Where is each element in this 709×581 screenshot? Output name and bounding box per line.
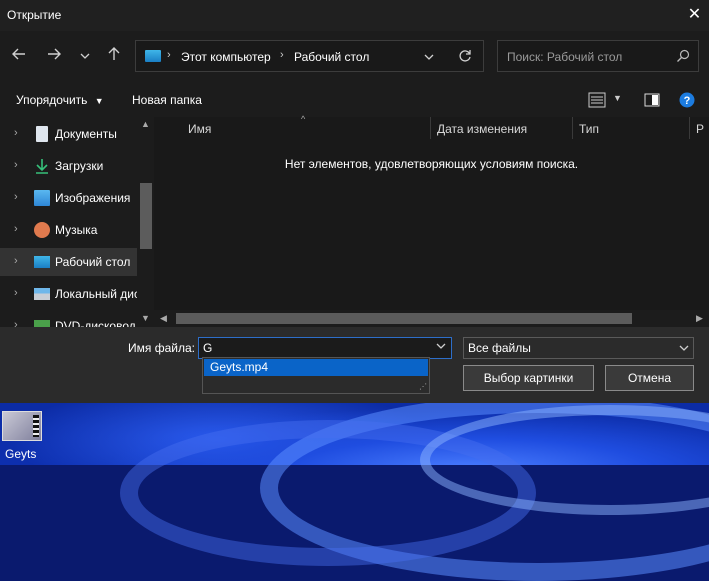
downloads-icon — [34, 158, 50, 174]
search-input[interactable]: Поиск: Рабочий стол — [497, 40, 699, 72]
sidebar-item-label: Рабочий стол — [55, 255, 131, 269]
address-dropdown-button[interactable] — [424, 51, 434, 65]
autocomplete-dropdown: Geyts.mp4 ⋰ — [202, 357, 430, 394]
column-header-size[interactable]: Р — [696, 122, 704, 136]
desktop-file-label: Geyts — [5, 447, 37, 461]
sidebar-item-dvd-drive[interactable]: › DVD-дисковод — [0, 312, 137, 327]
sidebar-item-label: Загрузки — [55, 159, 104, 173]
help-icon: ? — [679, 92, 695, 108]
sidebar-item-documents[interactable]: › Документы — [0, 120, 137, 148]
scroll-left-icon: ◀ — [160, 313, 167, 323]
local-disk-icon — [34, 288, 50, 300]
sidebar-item-label: Музыка — [55, 223, 98, 237]
sidebar-item-music[interactable]: › Музыка — [0, 216, 137, 244]
chevron-down-icon — [80, 53, 90, 59]
filetype-value: Все файлы — [468, 341, 531, 355]
forward-button[interactable] — [43, 47, 65, 67]
close-button[interactable]: ✕ — [680, 2, 709, 28]
svg-text:?: ? — [684, 95, 691, 107]
open-file-dialog: Открытие ✕ › Этот компьютер › Рабочий ст… — [0, 0, 709, 403]
caret-down-icon: ▼ — [94, 96, 104, 106]
up-button[interactable] — [103, 47, 125, 67]
filename-history-dropdown[interactable] — [432, 338, 450, 358]
sort-indicator-icon: ^ — [301, 114, 306, 124]
sidebar-item-local-disk[interactable]: › Локальный дис — [0, 280, 140, 308]
scroll-down-icon: ▼ — [141, 313, 150, 323]
scroll-up-icon: ▲ — [141, 119, 150, 129]
empty-folder-message: Нет элементов, удовлетворяющих условиям … — [284, 157, 579, 171]
command-bar: Упорядочить ▼ Новая папка ▼ ? — [0, 83, 709, 117]
pictures-icon — [34, 190, 50, 206]
autocomplete-item[interactable]: Geyts.mp4 — [204, 359, 428, 376]
sidebar-item-label: DVD-дисковод — [55, 319, 136, 327]
arrow-left-icon — [12, 48, 25, 60]
view-dropdown-button[interactable]: ▼ — [613, 93, 622, 103]
arrow-right-icon — [48, 48, 61, 60]
breadcrumb-separator-icon: › — [280, 49, 284, 61]
breadcrumb-desktop[interactable]: Рабочий стол — [294, 50, 369, 64]
sidebar-item-label: Локальный дис — [55, 287, 140, 301]
video-thumbnail-icon — [2, 411, 42, 441]
documents-icon — [36, 126, 48, 142]
title-bar: Открытие ✕ — [0, 0, 709, 31]
organize-label: Упорядочить — [16, 93, 88, 107]
expand-chevron-icon: › — [14, 191, 18, 203]
sidebar-item-label: Документы — [55, 127, 117, 141]
expand-chevron-icon: › — [14, 319, 18, 327]
refresh-button[interactable] — [458, 49, 472, 66]
preview-pane-icon — [644, 93, 660, 107]
sidebar-item-downloads[interactable]: › Загрузки — [0, 152, 137, 180]
sidebar-item-desktop[interactable]: › Рабочий стол — [0, 248, 137, 276]
search-icon — [676, 49, 690, 66]
recent-locations-button[interactable] — [74, 47, 96, 67]
cancel-button[interactable]: Отмена — [605, 365, 694, 391]
breadcrumb-separator-icon: › — [167, 49, 171, 61]
expand-chevron-icon: › — [14, 159, 18, 171]
sidebar-item-label: Изображения — [55, 191, 131, 205]
details-view-icon — [588, 92, 606, 108]
open-button[interactable]: Выбор картинки — [463, 365, 594, 391]
expand-chevron-icon: › — [14, 127, 18, 139]
address-bar[interactable]: › Этот компьютер › Рабочий стол — [135, 40, 484, 72]
filetype-select[interactable]: Все файлы — [463, 337, 694, 359]
sidebar-item-pictures[interactable]: › Изображения — [0, 184, 137, 212]
chevron-down-icon — [424, 54, 434, 60]
filename-input[interactable]: G — [198, 337, 452, 359]
expand-chevron-icon: › — [14, 255, 18, 267]
scrollbar-thumb[interactable] — [176, 313, 632, 324]
breadcrumb-this-pc[interactable]: Этот компьютер — [181, 50, 271, 64]
arrow-up-icon — [108, 47, 120, 60]
close-icon: ✕ — [687, 6, 702, 23]
column-header-type[interactable]: Тип — [579, 122, 599, 136]
dialog-title: Открытие — [7, 8, 62, 22]
column-header-date-modified[interactable]: Дата изменения — [437, 122, 527, 136]
chevron-down-icon — [679, 342, 689, 356]
expand-chevron-icon: › — [14, 223, 18, 235]
back-button[interactable] — [8, 47, 30, 67]
help-button[interactable]: ? — [679, 92, 695, 111]
desktop-file-geyts[interactable]: Geyts — [0, 403, 45, 465]
search-placeholder: Поиск: Рабочий стол — [507, 50, 623, 64]
navigation-pane: › Документы › Загрузки › Изображения › М… — [0, 117, 154, 327]
resize-grip-icon[interactable]: ⋰ — [419, 382, 427, 391]
preview-pane-button[interactable] — [644, 93, 660, 110]
horizontal-scrollbar[interactable]: ◀ ▶ — [154, 310, 709, 327]
new-folder-button[interactable]: Новая папка — [132, 93, 202, 107]
organize-button[interactable]: Упорядочить ▼ — [16, 93, 104, 107]
music-icon — [34, 222, 50, 238]
scrollbar-thumb[interactable] — [140, 183, 152, 249]
sidebar-scrollbar[interactable]: ▲ ▼ — [137, 117, 154, 327]
desktop-folder-icon — [145, 50, 161, 62]
caret-down-icon: ▼ — [613, 93, 622, 103]
expand-chevron-icon: › — [14, 287, 18, 299]
chevron-down-icon — [436, 343, 446, 349]
view-options-button[interactable] — [588, 92, 606, 111]
scroll-right-icon: ▶ — [696, 313, 703, 323]
refresh-icon — [459, 50, 471, 62]
filename-label: Имя файла: — [128, 341, 195, 355]
dvd-drive-icon — [34, 320, 50, 327]
column-header-name[interactable]: Имя — [188, 122, 211, 136]
file-list[interactable]: ^ Имя Дата изменения Тип Р Нет элементов… — [154, 114, 709, 310]
desktop-icon — [34, 256, 50, 268]
